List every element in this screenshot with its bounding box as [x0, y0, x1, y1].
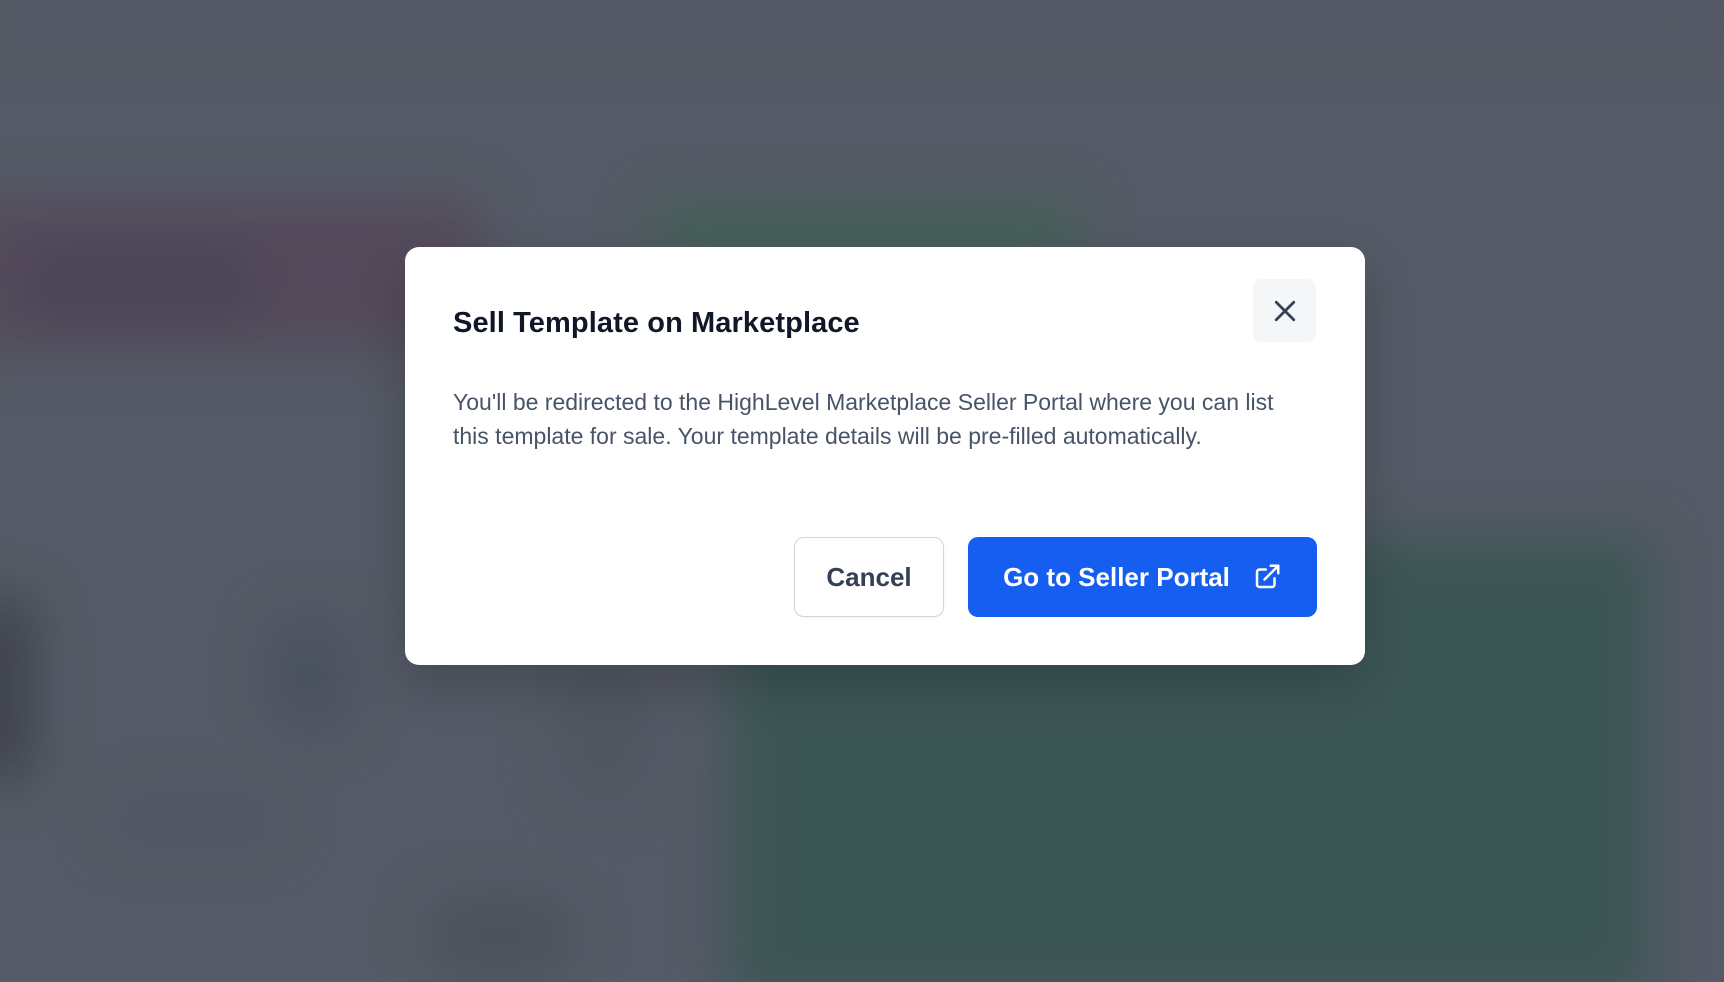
go-to-seller-portal-button[interactable]: Go to Seller Portal — [968, 537, 1317, 617]
close-icon — [1270, 296, 1300, 326]
close-button[interactable] — [1253, 279, 1316, 342]
external-link-icon — [1252, 562, 1282, 592]
app-screen: Sell Template on Marketplace You'll be r… — [0, 0, 1724, 982]
sell-template-modal: Sell Template on Marketplace You'll be r… — [405, 247, 1365, 665]
modal-actions: Cancel Go to Seller Portal — [794, 537, 1317, 617]
modal-title: Sell Template on Marketplace — [453, 307, 860, 339]
modal-description: You'll be redirected to the HighLevel Ma… — [453, 389, 1274, 449]
cancel-button[interactable]: Cancel — [794, 537, 944, 617]
go-to-seller-portal-label: Go to Seller Portal — [1003, 561, 1230, 592]
